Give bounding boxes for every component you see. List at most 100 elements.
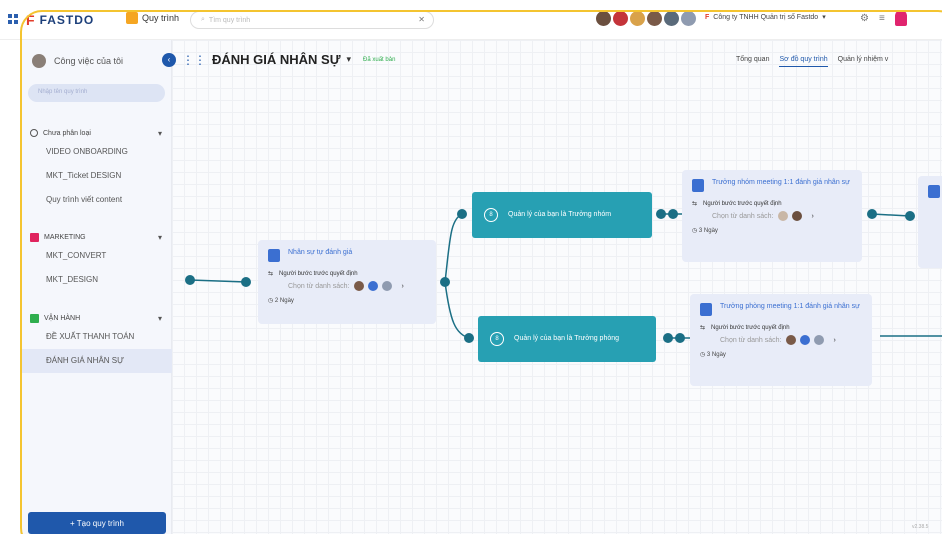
chevron-down-icon[interactable]: ▾	[158, 129, 162, 138]
search-icon: ⌕	[201, 16, 205, 23]
connector-dot[interactable]	[241, 277, 251, 287]
category-icon	[30, 129, 38, 137]
my-work-link[interactable]: Công việc của tôi	[20, 40, 171, 68]
avatar	[353, 281, 364, 291]
step-icon	[692, 179, 704, 192]
connector-dot[interactable]	[656, 209, 666, 219]
group-label: VẬN HÀNH	[44, 314, 81, 322]
avatar[interactable]	[630, 11, 645, 26]
step-title: Nhân sự tự đánh giá	[288, 249, 353, 256]
back-icon[interactable]: ‹	[162, 52, 176, 67]
menu-icon[interactable]: ≡	[879, 13, 885, 24]
step-dept-meeting[interactable]: Trưởng phòng meeting 1:1 đánh giá nhân s…	[690, 294, 872, 386]
app-logo[interactable]: F FASTDO	[26, 12, 94, 28]
tab-overview[interactable]: Tổng quan	[736, 56, 769, 67]
step-next-partial[interactable]	[918, 176, 942, 268]
tab-tasks[interactable]: Quản lý nhiệm v	[838, 56, 889, 67]
chevron-down-icon[interactable]: ▾	[158, 233, 162, 242]
sidebar-item[interactable]: MKT_DESIGN	[20, 268, 172, 292]
chevron-down-icon[interactable]: ▾	[347, 54, 352, 65]
apps-grid-icon[interactable]	[8, 14, 18, 24]
connector-dot[interactable]	[668, 209, 678, 219]
choose-label: Chọn từ danh sách:	[712, 212, 774, 220]
module-switcher[interactable]: Quy trình	[126, 12, 179, 24]
step-duration: 3 Ngày	[706, 352, 726, 358]
clock-icon: ◷	[692, 228, 698, 234]
create-process-button[interactable]: + Tạo quy trình	[28, 512, 166, 534]
avatar[interactable]	[647, 11, 662, 26]
avatar[interactable]	[613, 11, 628, 26]
connector-dot[interactable]	[185, 275, 195, 285]
assignee-icon: ⇆	[692, 201, 698, 207]
module-label: Quy trình	[142, 13, 180, 23]
chevron-down-icon: ▾	[822, 14, 826, 21]
top-bar: F FASTDO Quy trình ⌕ Tìm quy trình ✕ F Công …	[0, 0, 942, 40]
version-label: v2.38.5	[912, 524, 929, 530]
choose-label: Chọn từ danh sách:	[288, 282, 350, 290]
avatar[interactable]	[681, 11, 696, 26]
avatar	[799, 335, 810, 345]
search-input[interactable]: ⌕ Tìm quy trình ✕	[190, 11, 434, 29]
assignee-role: Người bước trước quyết định	[711, 324, 790, 331]
sidebar-item-active[interactable]: ĐÁNH GIÁ NHÂN SỰ	[20, 349, 172, 373]
chevron-right-icon[interactable]: ›	[834, 337, 836, 344]
connector-dot[interactable]	[457, 209, 467, 219]
chevron-right-icon[interactable]: ›	[812, 213, 814, 220]
group-uncategorized: Chưa phân loại ▾ VIDEO ONBOARDING MKT_Tic…	[20, 126, 172, 212]
marketing-color-icon	[30, 232, 39, 242]
step-team-meeting[interactable]: Trưởng nhóm meeting 1:1 đánh giá nhân sự…	[682, 170, 862, 262]
chevron-down-icon[interactable]: ▾	[158, 314, 162, 323]
group-header[interactable]: Chưa phân loại ▾	[20, 126, 172, 140]
connector-dot[interactable]	[905, 211, 915, 221]
connector-dot[interactable]	[663, 333, 673, 343]
group-label: MARKETING	[44, 233, 86, 241]
company-selector[interactable]: F Công ty TNHH Quản trị số Fastdo ▾	[705, 13, 826, 22]
edge	[444, 213, 463, 283]
tab-diagram[interactable]: Sơ đồ quy trình	[779, 56, 828, 67]
edge	[189, 279, 247, 283]
condition-icon: 8	[490, 332, 504, 346]
avatar[interactable]	[664, 11, 679, 26]
chevron-right-icon[interactable]: ›	[402, 283, 404, 290]
assignee-icon: ⇆	[268, 271, 274, 277]
flow-icon: ⋮⋮	[182, 52, 206, 67]
search-placeholder: Tìm quy trình	[208, 16, 251, 24]
company-name: Công ty TNHH Quản trị số Fastdo	[713, 13, 819, 21]
step-icon	[268, 249, 280, 262]
step-icon	[700, 303, 712, 316]
step-duration: 2 Ngày	[274, 298, 294, 304]
connector-dot[interactable]	[440, 277, 450, 287]
step-self-evaluation[interactable]: Nhân sự tự đánh giá ⇆ Người bước trước qu…	[258, 240, 436, 324]
sidebar-item[interactable]: MKT_Ticket DESIGN	[20, 164, 172, 188]
clear-icon[interactable]: ✕	[418, 15, 425, 24]
sidebar-item[interactable]: VIDEO ONBOARDING	[20, 140, 172, 164]
sidebar: Công việc của tôi Nhập tên quy trình Chư…	[20, 40, 172, 534]
connector-dot[interactable]	[675, 333, 685, 343]
settings-icon[interactable]: ⚙	[860, 13, 869, 24]
online-users[interactable]	[596, 11, 696, 26]
avatar	[32, 54, 46, 68]
sidebar-item[interactable]: Quy trình viết content	[20, 188, 172, 212]
avatar[interactable]	[596, 11, 611, 26]
avatar	[367, 281, 378, 291]
condition-team-lead[interactable]: 8 Quản lý của bạn là Trưởng nhóm	[472, 192, 652, 238]
fastdo-mark-icon: F	[26, 12, 36, 28]
group-header[interactable]: MARKETING ▾	[20, 230, 172, 244]
avatar	[381, 281, 392, 291]
my-work-label: Công việc của tôi	[54, 56, 124, 66]
notification-icon[interactable]	[894, 10, 907, 26]
condition-dept-head[interactable]: 8 Quản lý của bạn là Trưởng phòng	[478, 316, 656, 362]
connector-dot[interactable]	[464, 333, 474, 343]
sidebar-search-input[interactable]: Nhập tên quy trình	[28, 84, 165, 102]
step-icon	[928, 185, 940, 198]
sidebar-item[interactable]: ĐỀ XUẤT THANH TOÁN	[20, 325, 172, 349]
logo-text: FASTDO	[39, 13, 95, 27]
create-label: + Tạo quy trình	[70, 518, 124, 528]
avatar	[785, 335, 796, 345]
edge	[444, 281, 471, 339]
assignee-role: Người bước trước quyết định	[703, 200, 782, 207]
group-header[interactable]: VẬN HÀNH ▾	[20, 311, 172, 325]
sidebar-item[interactable]: MKT_CONVERT	[20, 244, 172, 268]
choose-label: Chọn từ danh sách:	[720, 336, 782, 344]
connector-dot[interactable]	[867, 209, 877, 219]
